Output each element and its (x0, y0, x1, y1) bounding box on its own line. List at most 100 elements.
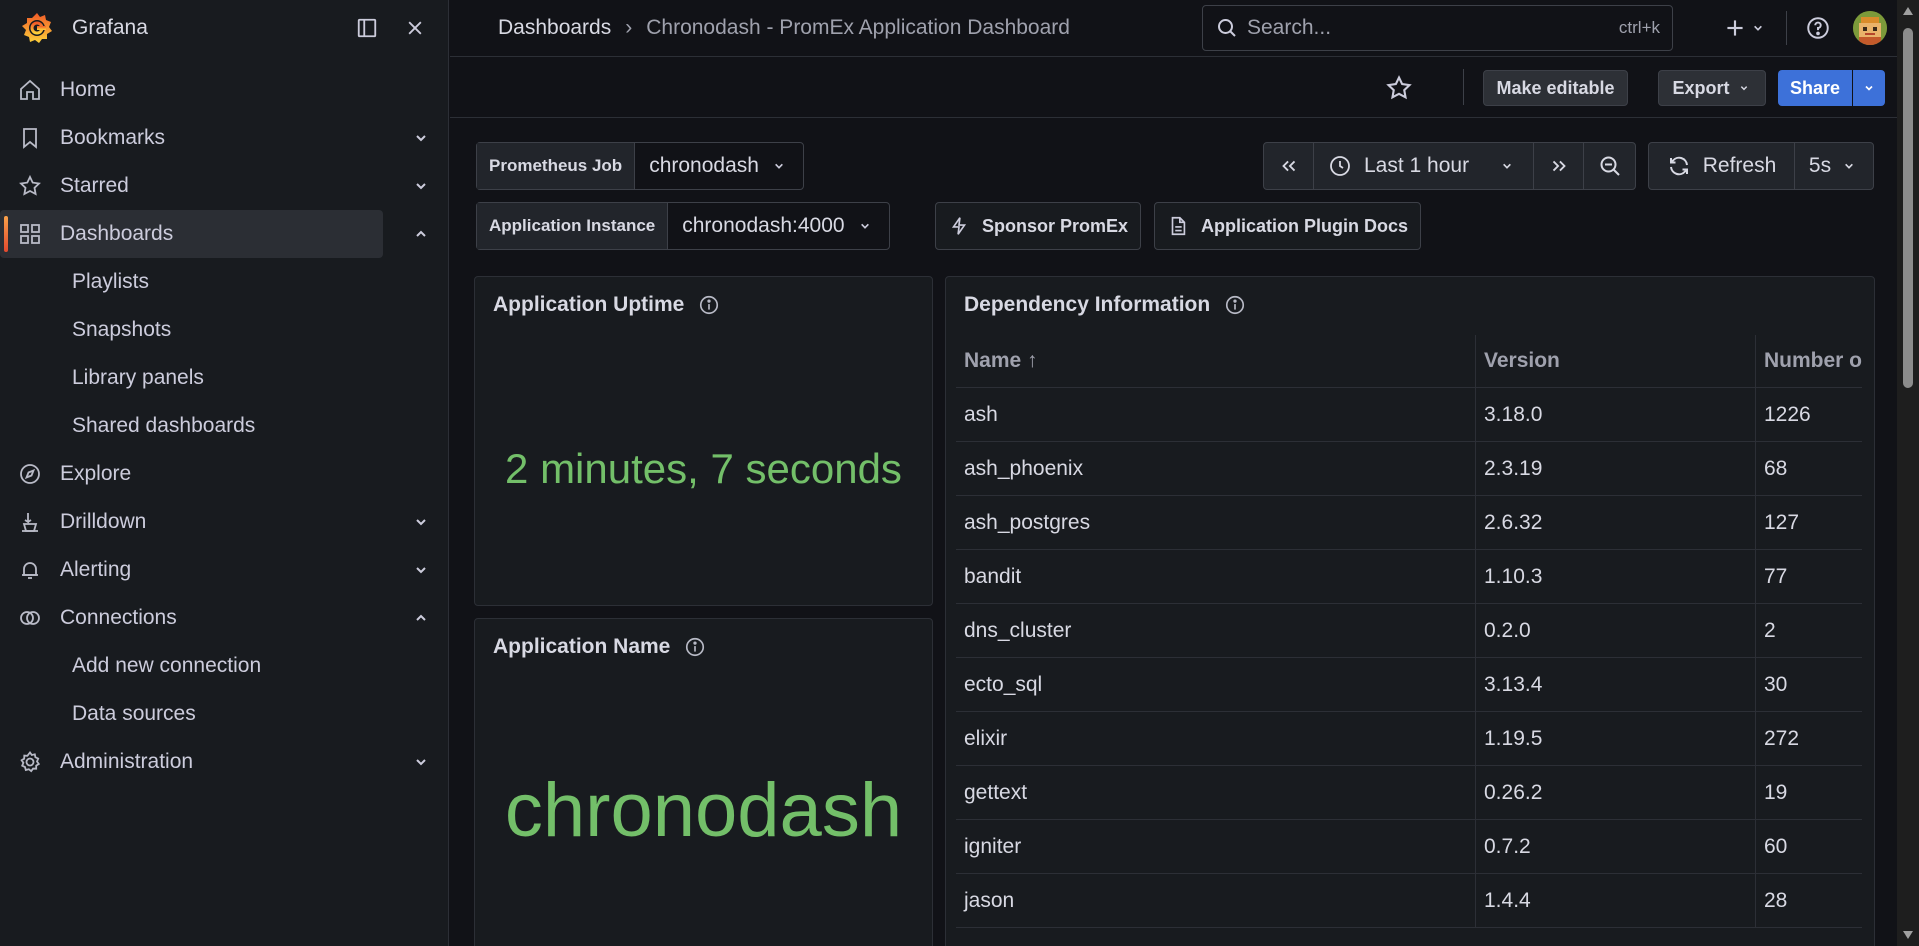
cell-version: 2.3.19 (1476, 442, 1756, 495)
zoom-out-button[interactable] (1584, 143, 1635, 189)
cell-number: 77 (1764, 564, 1788, 588)
page-scrollbar[interactable] (1897, 0, 1919, 946)
chevron-down-icon[interactable] (409, 126, 433, 150)
variable-value: chronodash (649, 154, 759, 177)
sponsor-promex-link[interactable]: Sponsor PromEx (935, 202, 1142, 250)
scroll-up-arrow-icon[interactable] (1902, 6, 1914, 16)
chevron-down-icon[interactable] (409, 510, 433, 534)
cell-version: 0.7.2 (1476, 820, 1756, 873)
nav-subitem-library-panels[interactable]: Library panels (0, 354, 448, 402)
nav-item-home[interactable]: Home (0, 66, 383, 114)
breadcrumb: Dashboards › Chronodash - PromEx Applica… (498, 16, 1070, 40)
variable-label: Prometheus Job (477, 143, 636, 189)
time-shift-forward-button[interactable] (1534, 143, 1584, 189)
export-label: Export (1672, 77, 1730, 98)
info-circle-icon[interactable] (684, 636, 706, 658)
help-circle-icon (1805, 15, 1831, 41)
breadcrumb-current: Chronodash - PromEx Application Dashboar… (646, 16, 1070, 39)
refresh-label: Refresh (1702, 154, 1777, 177)
column-header-version[interactable]: Version (1476, 335, 1756, 387)
cell-version: 0.26.2 (1476, 766, 1756, 819)
connections-icon (18, 606, 42, 630)
cell-name: jason (956, 874, 1476, 927)
table-row: elixir 1.19.5 272 (956, 712, 1862, 766)
nav-item-label: Home (60, 78, 117, 101)
dock-menu-icon[interactable] (354, 15, 380, 41)
export-button[interactable]: Export (1658, 70, 1766, 106)
table-row: ecto_sql 3.13.4 30 (956, 658, 1862, 712)
application-name-value: chronodash (504, 768, 903, 853)
nav-item-label: Bookmarks (60, 126, 166, 149)
home-icon (18, 78, 42, 102)
application-uptime-panel: Application Uptime 2 minutes, 7 seconds (474, 276, 933, 606)
cell-name: bandit (956, 550, 1476, 603)
refresh-button[interactable]: Refresh (1649, 143, 1795, 189)
cell-name: dns_cluster (956, 604, 1476, 657)
column-header-name[interactable]: Name ↑ (956, 335, 1476, 387)
nav-item-explore[interactable]: Explore (0, 450, 383, 498)
nav-subitem-add-new-connection[interactable]: Add new connection (0, 642, 448, 690)
prometheus-job-select[interactable]: chronodash (635, 143, 803, 189)
panel-title: Application Uptime (493, 293, 720, 317)
chevron-up-icon[interactable] (409, 606, 433, 630)
cell-name: elixir (956, 712, 1476, 765)
scrollbar-thumb[interactable] (1903, 28, 1913, 388)
nav-subitem-shared-dashboards[interactable]: Shared dashboards (0, 402, 448, 450)
apps-icon (18, 222, 42, 246)
info-circle-icon[interactable] (698, 294, 720, 316)
chevron-down-icon[interactable] (409, 174, 433, 198)
nav-item-connections[interactable]: Connections (0, 594, 426, 642)
chevron-down-icon (1748, 18, 1768, 38)
bookmark-icon (18, 126, 42, 150)
chevron-down-icon[interactable] (409, 558, 433, 582)
column-header-number[interactable]: Number o (1756, 335, 1862, 387)
sync-icon (1667, 154, 1691, 178)
chevron-up-icon[interactable] (409, 222, 433, 246)
time-shift-back-button[interactable] (1264, 143, 1314, 189)
nav-item-label: Explore (60, 462, 132, 485)
scroll-down-arrow-icon[interactable] (1902, 930, 1914, 940)
user-avatar[interactable] (1853, 11, 1887, 45)
application-instance-select[interactable]: chronodash:4000 (668, 203, 888, 249)
nav-item-administration[interactable]: Administration (0, 738, 426, 786)
nav-item-label: Connections (60, 606, 177, 629)
sponsor-label: Sponsor PromEx (982, 215, 1129, 236)
panel-title: Application Name (493, 635, 706, 659)
new-menu-button[interactable] (1722, 15, 1768, 41)
cell-number: 272 (1764, 726, 1800, 750)
breadcrumb-dashboards[interactable]: Dashboards (498, 16, 611, 40)
share-button[interactable]: Share (1778, 70, 1852, 106)
panel-title: Dependency Information (964, 293, 1246, 317)
nav-item-label: Alerting (60, 558, 132, 581)
panel-title-text: Application Name (493, 635, 671, 658)
chevron-down-icon (1860, 79, 1878, 97)
nav-item-drilldown[interactable]: Drilldown (0, 498, 426, 546)
nav-subitem-playlists[interactable]: Playlists (0, 258, 448, 306)
grafana-logo-icon[interactable] (20, 11, 54, 45)
top-bar: Dashboards › Chronodash - PromEx Applica… (450, 0, 1897, 57)
nav-item-dashboards[interactable]: Dashboards (0, 210, 426, 258)
cell-version: 1.19.5 (1476, 712, 1756, 765)
chevron-down-icon[interactable] (409, 750, 433, 774)
info-circle-icon[interactable] (1224, 294, 1246, 316)
refresh-interval-picker[interactable]: 5s (1795, 143, 1873, 189)
application-plugin-docs-link[interactable]: Application Plugin Docs (1154, 202, 1422, 250)
search-input[interactable]: Search... ctrl+k (1202, 5, 1673, 51)
cell-version: 1.4.4 (1476, 874, 1756, 927)
cell-name: gettext (956, 766, 1476, 819)
nav-subitem-data-sources[interactable]: Data sources (0, 690, 448, 738)
help-button[interactable] (1805, 15, 1831, 41)
make-editable-button[interactable]: Make editable (1483, 70, 1628, 106)
nav-item-label: Dashboards (60, 222, 174, 245)
nav-item-alerting[interactable]: Alerting (0, 546, 426, 594)
cell-number: 28 (1764, 888, 1788, 912)
star-dashboard-icon[interactable] (1385, 74, 1413, 102)
close-menu-icon[interactable] (402, 15, 428, 41)
nav-item-bookmarks[interactable]: Bookmarks (0, 114, 426, 162)
share-options-button[interactable] (1853, 70, 1885, 106)
nav-item-starred[interactable]: Starred (0, 162, 426, 210)
nav-subitem-snapshots[interactable]: Snapshots (0, 306, 448, 354)
nav-item-label: Starred (60, 174, 129, 197)
panel-title-text: Dependency Information (964, 293, 1211, 316)
time-range-picker[interactable]: Last 1 hour (1314, 143, 1534, 189)
